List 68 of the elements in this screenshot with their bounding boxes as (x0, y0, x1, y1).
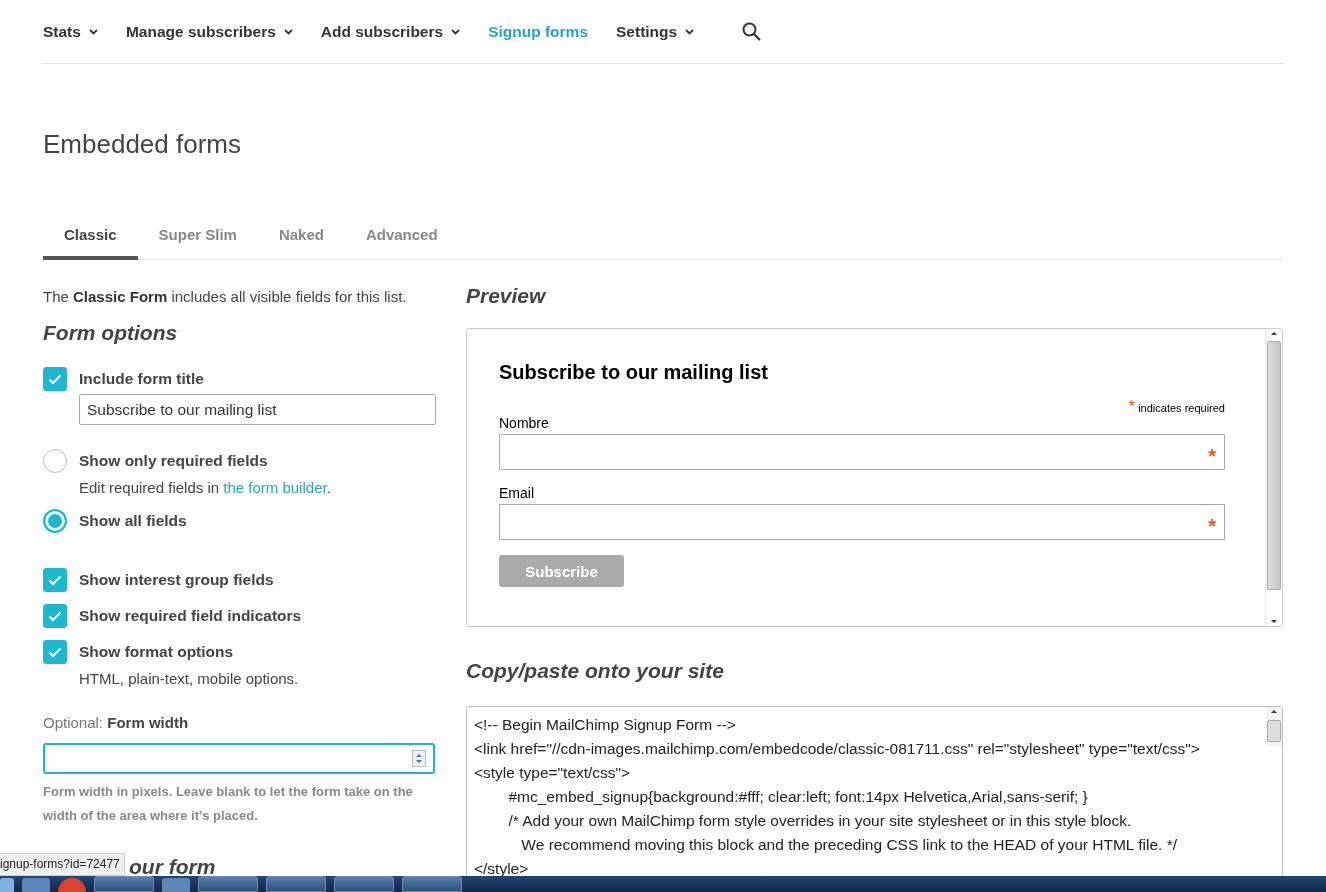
tab[interactable]: Super Slim (137, 226, 258, 260)
section-heading: Copy/paste onto your site (466, 658, 725, 684)
section-heading: our form (129, 854, 217, 880)
check-icon (48, 373, 62, 385)
nav-link[interactable]: Signup forms (488, 22, 588, 41)
radio-button[interactable] (43, 509, 67, 533)
code-line: <link href="//cdn-images.mailchimp.com/embedcode/classic-081711.css" rel="stylesheet" type="text/css"> (474, 739, 1201, 759)
nav-link[interactable]: Manage subscribers (125, 22, 293, 41)
tab[interactable]: Naked (257, 226, 345, 260)
option-label: Show all fields (79, 512, 187, 530)
form-builder-link[interactable]: the form builder (223, 479, 327, 496)
intro-text: The Classic Form includes all visible fields for this list. (43, 287, 408, 307)
code-line: /* Add your own MailChimp form style overrides in your site stylesheet or in this style block. (507, 811, 1133, 831)
code-line: <style type="text/css"> (474, 763, 632, 783)
subscribe-button[interactable]: Subscribe (499, 555, 624, 587)
code-line: <!-- Begin MailChimp Signup Form --> (474, 715, 737, 735)
taskbar-button[interactable] (334, 876, 394, 892)
option-label: Show only required fields (79, 452, 268, 470)
required-asterisk: * (1208, 514, 1216, 538)
nav-link[interactable]: Settings (616, 22, 695, 41)
code-line: #mc_embed_signup{background:#fff; clear:left; font:14px Helvetica,Arial,sans-serif; } (507, 787, 1089, 807)
check-icon (48, 610, 62, 622)
input-field[interactable]: * (499, 504, 1225, 540)
taskbar-button[interactable] (402, 876, 462, 892)
option-note: HTML, plain-text, mobile options. (79, 669, 300, 688)
tab[interactable]: Classic (43, 226, 138, 260)
option-label: Show required field indicators (79, 607, 302, 625)
tab[interactable]: Advanced (344, 226, 459, 260)
search-icon[interactable] (742, 22, 762, 41)
nav-link[interactable]: Add subscribers (320, 22, 461, 41)
required-asterisk: * (1128, 397, 1136, 416)
nav-link[interactable]: Stats (43, 22, 98, 41)
scrollbar[interactable] (1265, 329, 1282, 626)
form-width-label: Optional: Form width (43, 714, 190, 732)
spinner-icon[interactable] (412, 750, 426, 767)
caret-icon (88, 28, 98, 35)
check-icon (48, 574, 62, 586)
checkbox[interactable] (43, 604, 67, 628)
caret-icon (685, 28, 695, 35)
checkbox[interactable] (43, 568, 67, 592)
help-text: Form width in pixels. Leave blank to let the form take on the width of the area where it’s placed. (43, 783, 414, 825)
code-line: We recommend moving this block and the preceding CSS link to the HEAD of your HTML file. */ (520, 835, 1178, 855)
taskbar-button[interactable] (266, 876, 326, 892)
checkbox[interactable] (43, 367, 67, 391)
option-label: Include form title (79, 370, 204, 388)
status-url: ignup-forms?id=72477 (0, 853, 125, 876)
section-heading: Form options (43, 320, 179, 346)
caret-icon (451, 28, 461, 35)
option-label: Show interest group fields (79, 571, 274, 589)
field-label: Nombre (499, 415, 550, 431)
check-icon (48, 646, 62, 658)
taskbar-button[interactable] (94, 876, 154, 892)
section-heading: Preview (466, 283, 548, 309)
input-field[interactable]: * (499, 434, 1225, 470)
caret-icon (283, 28, 293, 35)
option-label: Show format options (79, 643, 234, 661)
scrollbar[interactable] (1266, 707, 1282, 746)
field-label: Email (499, 485, 535, 501)
page-title: Embedded forms (43, 128, 242, 160)
preview-title: Subscribe to our mailing list (499, 361, 769, 384)
option-note: Edit required fields in the form builder. (79, 478, 332, 497)
required-note: indicates required (1138, 402, 1225, 414)
checkbox[interactable] (43, 640, 67, 664)
taskbar-button[interactable] (198, 876, 258, 892)
title-field[interactable]: Subscribe to our mailing list (79, 394, 436, 425)
form-width-field[interactable] (43, 743, 435, 774)
code-line: </style> (474, 859, 530, 879)
required-asterisk: * (1208, 444, 1216, 468)
